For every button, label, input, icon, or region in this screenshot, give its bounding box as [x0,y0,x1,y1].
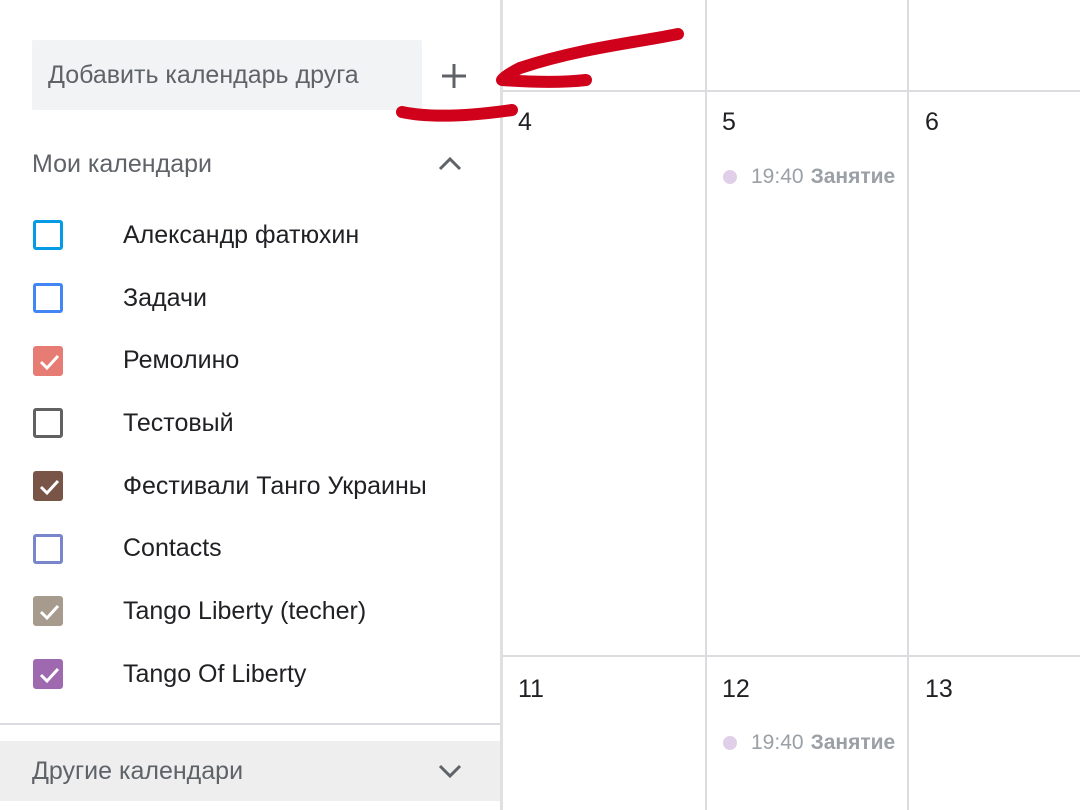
day-cell-4[interactable]: 4 [503,92,705,655]
calendar-label: Фестивали Танго Украины [123,471,427,500]
day-number[interactable]: 12 [722,675,750,704]
my-calendars-header[interactable]: Мои календари [0,133,500,195]
calendar-checkbox[interactable] [33,345,63,376]
day-cell-12[interactable]: 12 19:40 Занятие [707,657,907,810]
event-chip[interactable]: 19:40 Занятие [723,728,907,758]
calendar-item[interactable]: Александр фатюхин [0,204,500,267]
calendar-item[interactable]: Ремолино [0,329,500,392]
calendar-sidebar: Мои календари Александр фатюхин Задачи Р… [0,0,500,810]
my-calendars-list: Александр фатюхин Задачи Ремолино Тестов… [0,204,500,706]
day-number[interactable]: 6 [925,108,939,137]
chevron-down-icon[interactable] [434,755,466,787]
other-calendars-header[interactable]: Другие календари [0,741,500,801]
day-number[interactable]: 4 [518,108,532,137]
calendar-checkbox[interactable] [33,659,63,690]
calendar-label: Tango Of Liberty [123,659,307,688]
other-calendars-title: Другие календари [32,756,244,785]
calendar-checkbox[interactable] [33,220,63,251]
day-number[interactable]: 13 [925,675,953,704]
calendar-checkbox[interactable] [33,471,63,502]
day-number[interactable]: 11 [518,675,544,704]
event-title: Занятие [810,165,896,188]
my-calendars-title: Мои календари [32,149,212,178]
calendar-item[interactable]: Задачи [0,267,500,330]
event-time: 19:40 [751,731,804,754]
calendar-item[interactable]: Тестовый [0,392,500,455]
calendar-item[interactable]: Contacts [0,517,500,580]
calendar-checkbox[interactable] [33,596,63,627]
calendar-checkbox[interactable] [33,408,63,439]
plus-icon [442,64,466,88]
day-cell-13[interactable]: 13 [909,657,1080,810]
month-grid: 4 5 19:40 Занятие 6 11 12 19:40 Занятие … [503,0,1080,810]
calendar-label: Задачи [123,283,207,312]
event-color-dot [723,736,737,750]
calendar-checkbox[interactable] [33,533,63,564]
day-cell-6[interactable]: 6 [909,92,1080,655]
day-cell-11[interactable]: 11 [503,657,705,810]
calendar-label: Contacts [123,534,222,563]
event-chip[interactable]: 19:40 Занятие [723,162,907,192]
add-friend-calendar-field[interactable] [32,40,422,110]
event-time: 19:40 [751,165,804,188]
add-calendar-button[interactable] [436,58,472,94]
event-color-dot [723,170,737,184]
event-title: Занятие [810,731,896,754]
checkmark-icon [39,668,60,684]
calendar-label: Tango Liberty (techer) [123,596,367,625]
checkmark-icon [39,480,60,496]
calendar-label: Ремолино [123,346,240,375]
day-cell-5[interactable]: 5 19:40 Занятие [707,92,907,655]
chevron-up-icon[interactable] [434,148,466,180]
sidebar-divider [0,723,500,725]
add-friend-calendar-input[interactable] [32,59,410,91]
calendar-item[interactable]: Фестивали Танго Украины [0,455,500,518]
checkmark-icon [39,605,60,621]
calendar-label: Тестовый [123,408,234,437]
day-number[interactable]: 5 [722,108,736,137]
calendar-item[interactable]: Tango Liberty (techer) [0,580,500,643]
calendar-label: Александр фатюхин [123,220,360,249]
calendar-checkbox[interactable] [33,283,63,314]
calendar-item[interactable]: Tango Of Liberty [0,643,500,706]
checkmark-icon [39,354,60,370]
